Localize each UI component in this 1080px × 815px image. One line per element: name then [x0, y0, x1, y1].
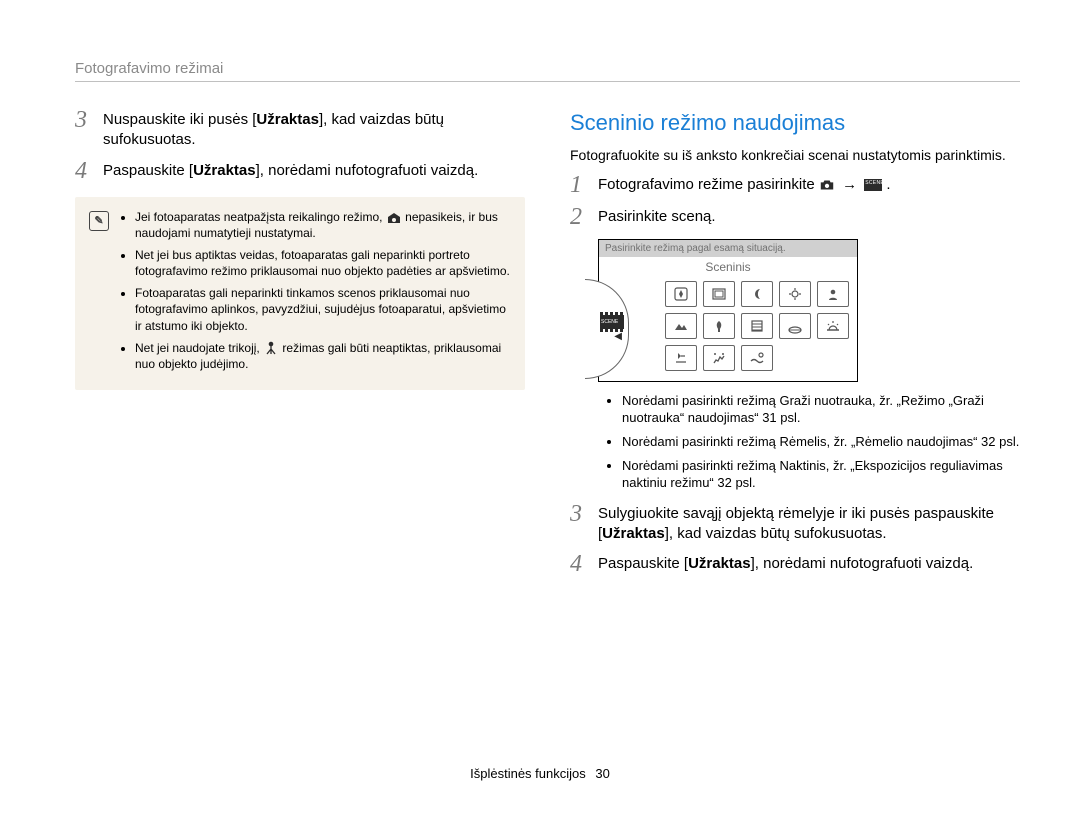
screen-mode-label: Sceninis [599, 257, 857, 277]
list-item: Fotoaparatas gali neparinkti tinkamos sc… [135, 285, 511, 334]
text: Pasirinkite sceną. [598, 207, 1020, 227]
scene-grid [637, 281, 849, 371]
scene-ref-list: Norėdami pasirinkti režimą Graži nuotrau… [606, 392, 1020, 492]
intro-text: Fotografuokite su iš anksto konkrečiai s… [570, 146, 1020, 165]
left-column: 3 Nuspauskite iki pusės [Užraktas], kad … [75, 110, 525, 586]
dial-scene-label: SCENE [601, 319, 618, 325]
scene-cell [817, 281, 849, 307]
scene-icon [864, 179, 882, 191]
text: ], norėdami nufotografuoti vaizdą. [751, 555, 974, 572]
scene-cell [779, 313, 811, 339]
scene-cell [703, 345, 735, 371]
footer-label: Išplėstinės funkcijos [470, 766, 586, 781]
list-item: Norėdami pasirinkti režimą Naktinis, žr.… [622, 457, 1020, 492]
scene-cell [817, 313, 849, 339]
step-number: 4 [75, 159, 97, 183]
mode-dial: SCENE ◀ [585, 279, 629, 379]
list-item: Norėdami pasirinkti režimą Rėmelis, žr. … [622, 433, 1020, 451]
step-number: 4 [570, 552, 592, 576]
bold: Užraktas [602, 525, 665, 542]
text: Net jei naudojate trikojį, [135, 341, 263, 355]
list-item: Norėdami pasirinkti režimą Graži nuotrau… [622, 392, 1020, 427]
scene-cell [741, 281, 773, 307]
text: ], norėdami nufotografuoti vaizdą. [256, 162, 479, 179]
chevron-left-icon: ◀ [614, 331, 622, 342]
page-number: 30 [595, 766, 609, 781]
step-number: 1 [570, 173, 592, 197]
step-1-right: 1 Fotografavimo režime pasirinkite → . [570, 175, 1020, 197]
text: Nuspauskite iki pusės [ [103, 111, 256, 128]
tripod-icon [263, 341, 279, 355]
arrow-icon: → [842, 176, 857, 193]
list-item: Net jei bus aptiktas veidas, fotoaparata… [135, 247, 511, 279]
note-icon: ✎ [89, 211, 109, 231]
note-box: ✎ Jei fotoaparatas neatpažįsta reikaling… [75, 197, 525, 391]
step-number: 3 [570, 502, 592, 526]
scene-cell [779, 281, 811, 307]
text: Paspauskite [ [103, 162, 193, 179]
step-3-right: 3 Sulygiuokite savąjį objektą rėmelyje i… [570, 504, 1020, 545]
list-item: Jei fotoaparatas neatpažįsta reikalingo … [135, 209, 511, 241]
step-4-left: 4 Paspauskite [Užraktas], norėdami nufot… [75, 161, 525, 183]
scene-select-screen: Pasirinkite režimą pagal esamą situaciją… [598, 239, 858, 382]
text: Jei fotoaparatas neatpažįsta reikalingo … [135, 210, 386, 224]
scene-cell [665, 313, 697, 339]
text: Fotografavimo režime pasirinkite [598, 176, 819, 193]
step-number: 2 [570, 205, 592, 229]
bold: Užraktas [193, 162, 256, 179]
step-number: 3 [75, 108, 97, 132]
screen-status-bar: Pasirinkite režimą pagal esamą situaciją… [599, 240, 857, 257]
scene-cell [665, 281, 697, 307]
step-3-left: 3 Nuspauskite iki pusės [Užraktas], kad … [75, 110, 525, 151]
note-list: Jei fotoaparatas neatpažįsta reikalingo … [119, 209, 511, 379]
right-column: Sceninio režimo naudojimas Fotografuokit… [570, 110, 1020, 586]
scene-cell [703, 281, 735, 307]
bold: Užraktas [688, 555, 751, 572]
text: Paspauskite [ [598, 555, 688, 572]
bold: Užraktas [256, 111, 319, 128]
page-footer: Išplėstinės funkcijos 30 [0, 766, 1080, 781]
section-header: Fotografavimo režimai [75, 60, 1020, 82]
camera-house-icon [386, 211, 402, 225]
camera-icon [819, 178, 835, 192]
list-item: Net jei naudojate trikojį, režimas gali … [135, 340, 511, 372]
scene-cell [703, 313, 735, 339]
scene-cell [665, 345, 697, 371]
scene-cell [741, 345, 773, 371]
dial-scene-icon: SCENE [600, 315, 624, 329]
scene-cell [741, 313, 773, 339]
scene-mode-heading: Sceninio režimo naudojimas [570, 110, 1020, 136]
step-4-right: 4 Paspauskite [Užraktas], norėdami nufot… [570, 554, 1020, 576]
step-2-right: 2 Pasirinkite sceną. [570, 207, 1020, 229]
text: ], kad vaizdas būtų sufokusuotas. [665, 525, 887, 542]
